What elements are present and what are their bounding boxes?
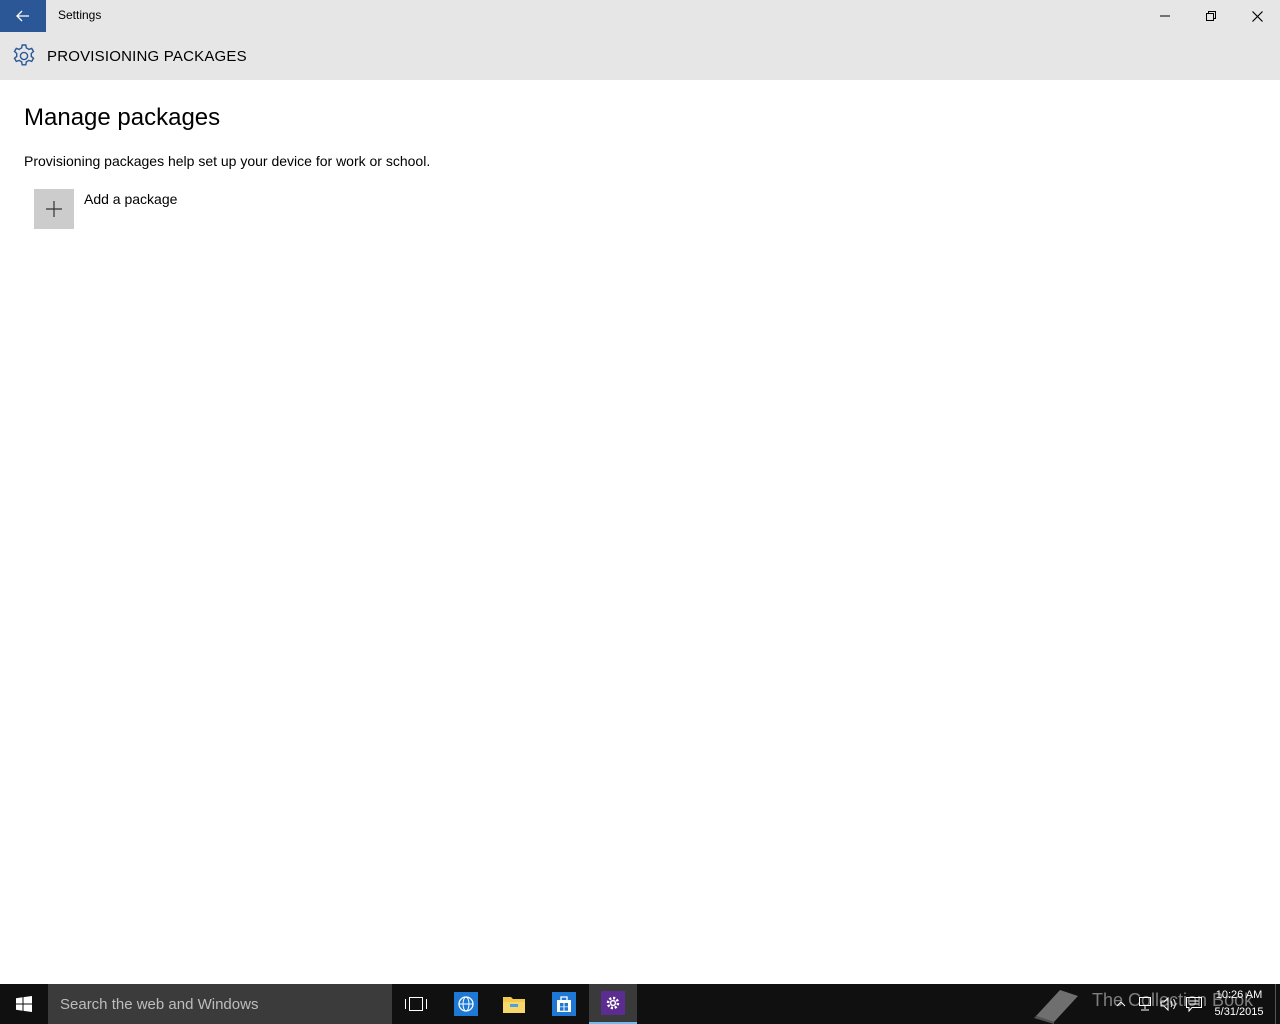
gear-icon <box>13 44 35 66</box>
ie-icon <box>454 992 478 1016</box>
search-input[interactable]: Search the web and Windows <box>48 984 392 1024</box>
restore-button[interactable] <box>1188 0 1234 32</box>
page-title: Manage packages <box>24 104 221 131</box>
store-icon <box>552 992 576 1016</box>
minimize-icon <box>1160 15 1170 17</box>
description-text: Provisioning packages help set up your d… <box>24 153 431 169</box>
task-view-icon <box>405 997 427 1011</box>
gear-icon <box>601 991 625 1015</box>
add-package-tile[interactable] <box>34 189 74 229</box>
window-title: Settings <box>58 8 102 22</box>
task-view-button[interactable] <box>392 984 440 1024</box>
network-button[interactable] <box>1135 994 1155 1014</box>
restore-icon <box>1206 11 1216 21</box>
volume-button[interactable] <box>1159 994 1179 1014</box>
plus-icon <box>46 201 62 217</box>
close-icon <box>1251 10 1263 22</box>
volume-icon <box>1160 997 1176 1011</box>
clock[interactable]: 10:26 AM 5/31/2015 <box>1208 987 1270 1021</box>
clock-time: 10:26 AM <box>1215 989 1263 1001</box>
book-icon <box>1034 990 1078 1024</box>
page-header: PROVISIONING PACKAGES <box>0 32 1280 80</box>
chevron-up-icon <box>1116 1001 1126 1007</box>
taskbar: Search the web and Windows The Collectio… <box>0 984 1280 1024</box>
add-package-label[interactable]: Add a package <box>84 191 177 207</box>
search-placeholder: Search the web and Windows <box>60 996 259 1013</box>
taskbar-settings-button[interactable] <box>589 984 637 1024</box>
title-bar: Settings <box>0 0 1280 32</box>
close-button[interactable] <box>1234 0 1280 32</box>
header-title: PROVISIONING PACKAGES <box>47 48 247 65</box>
back-arrow-icon <box>16 10 29 22</box>
clock-date: 5/31/2015 <box>1214 1006 1264 1018</box>
network-icon <box>1139 997 1151 1011</box>
start-button[interactable] <box>0 984 48 1024</box>
taskbar-file-explorer-button[interactable] <box>490 984 538 1024</box>
folder-icon <box>503 997 525 1013</box>
show-hidden-icons-button[interactable] <box>1111 994 1131 1014</box>
show-desktop-button[interactable] <box>1275 984 1280 1024</box>
taskbar-store-button[interactable] <box>540 984 588 1024</box>
taskbar-ie-button[interactable] <box>442 984 490 1024</box>
minimize-button[interactable] <box>1142 0 1188 32</box>
action-center-icon <box>1186 996 1202 1012</box>
back-button[interactable] <box>0 0 46 32</box>
action-center-button[interactable] <box>1184 994 1204 1014</box>
windows-logo-icon <box>16 996 32 1012</box>
add-package-button[interactable]: Add a package <box>34 189 234 229</box>
